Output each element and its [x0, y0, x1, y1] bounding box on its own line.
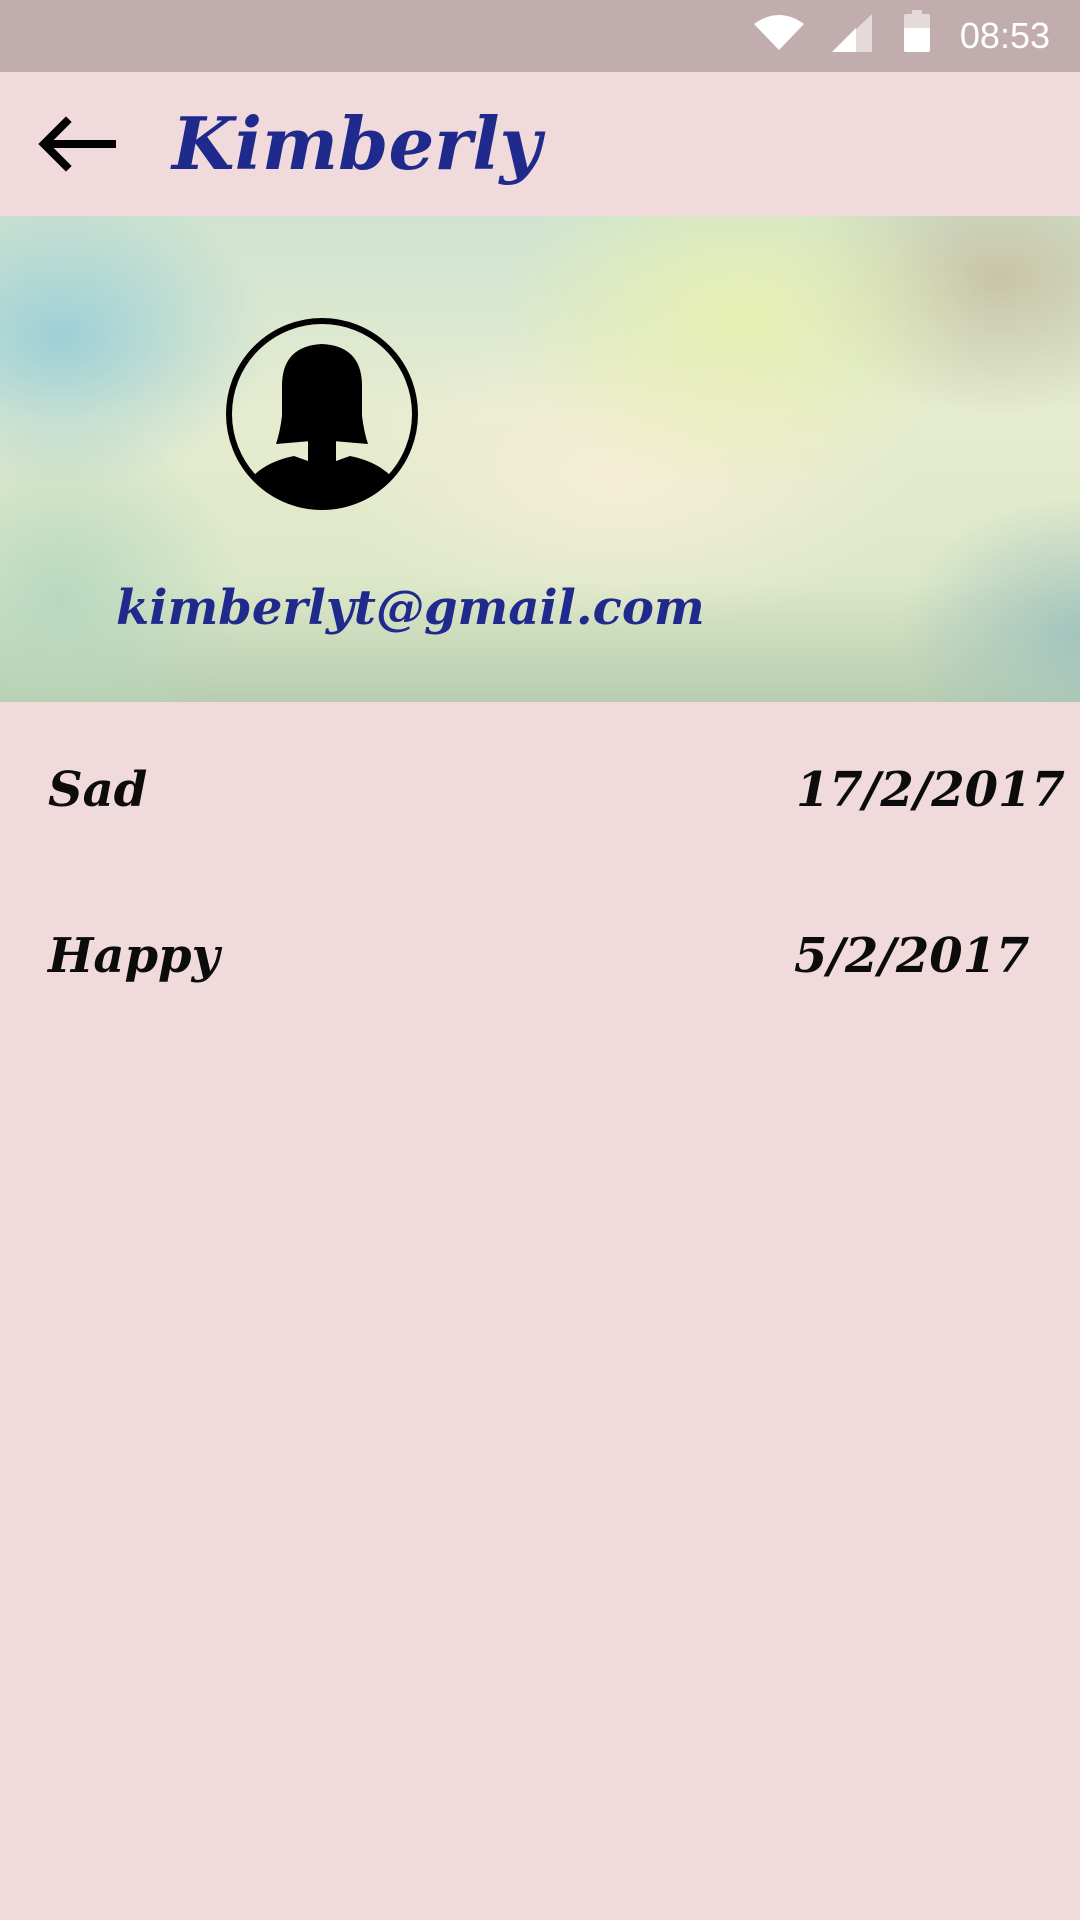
mood-date: 17/2/2017: [796, 762, 1065, 818]
mood-label: Sad: [48, 762, 148, 818]
mood-list: Sad 17/2/2017 Happy 5/2/2017: [0, 702, 1080, 1034]
profile-header: kimberlyt@gmail.com: [0, 216, 1080, 702]
back-button[interactable]: [28, 108, 124, 180]
app-bar: Kimberly: [0, 72, 1080, 216]
mood-label: Happy: [48, 928, 220, 984]
signal-icon: [832, 14, 872, 52]
mood-date: 5/2/2017: [794, 928, 1030, 984]
list-item[interactable]: Sad 17/2/2017: [0, 702, 1080, 868]
status-time: 08:53: [959, 15, 1050, 56]
list-item[interactable]: Happy 5/2/2017: [0, 868, 1080, 1034]
profile-email: kimberlyt@gmail.com: [116, 580, 705, 636]
arrow-left-icon: [38, 116, 116, 172]
status-bar: 08:53: [0, 0, 1080, 72]
female-avatar-icon: [226, 318, 418, 510]
page-title: Kimberly: [172, 101, 542, 186]
battery-icon: [904, 10, 930, 52]
wifi-icon: [754, 15, 804, 50]
